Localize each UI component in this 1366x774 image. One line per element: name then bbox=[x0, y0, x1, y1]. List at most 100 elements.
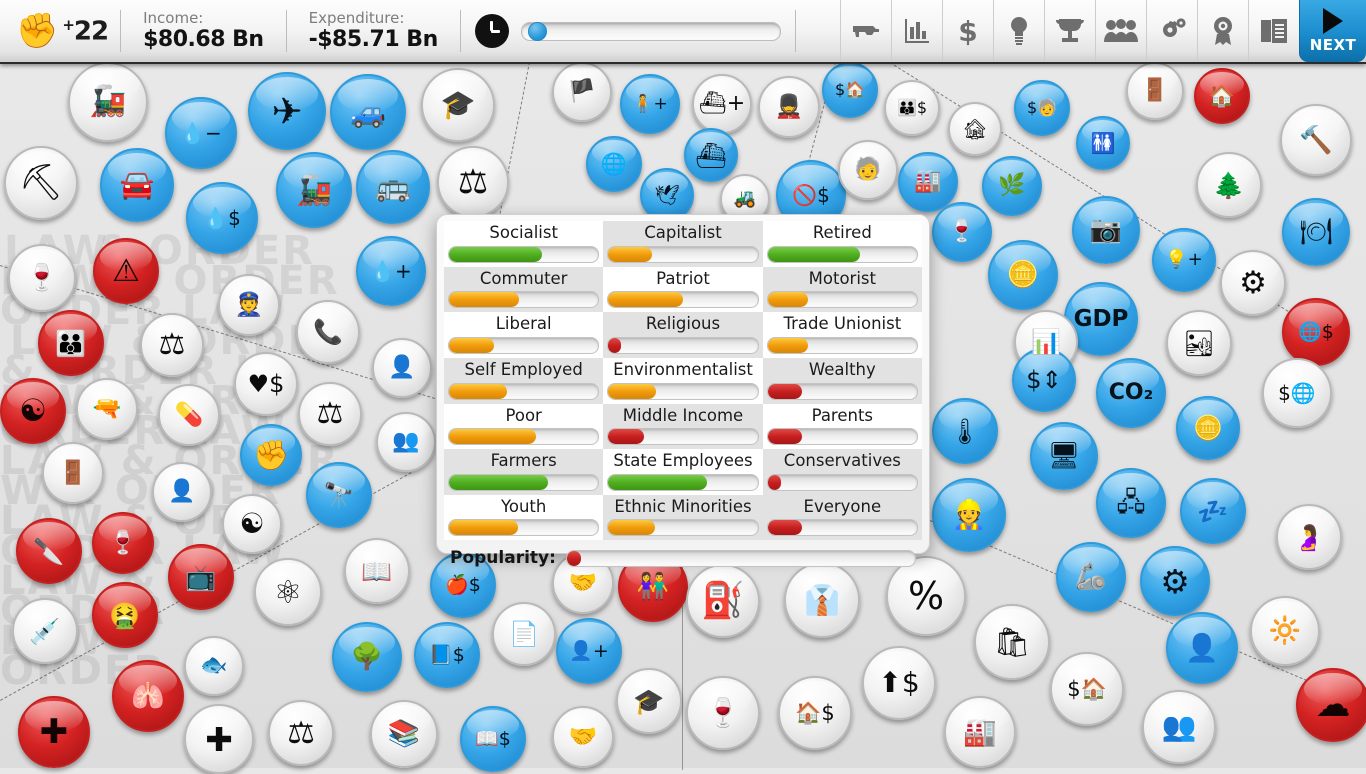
voter-group-cell[interactable]: Youth bbox=[444, 494, 604, 541]
security-guard-policy[interactable]: 👤 bbox=[372, 338, 432, 398]
water-tax-policy[interactable]: 💧$ bbox=[186, 182, 258, 254]
violent-crime-policy[interactable]: 🔪 bbox=[16, 518, 82, 584]
air-travel-policy[interactable]: ✈ bbox=[248, 72, 326, 150]
cannabis-policy[interactable]: 🌿 bbox=[982, 156, 1042, 216]
manifesto-tool[interactable] bbox=[1248, 0, 1299, 62]
network-policy[interactable]: 🖧 bbox=[1096, 468, 1166, 538]
property-tax-policy[interactable]: $🏠 bbox=[822, 62, 878, 118]
bus-subsidy-policy[interactable]: 🚌 bbox=[356, 150, 430, 224]
army-policy[interactable]: 💂 bbox=[758, 76, 820, 138]
automation-policy[interactable]: ⚙ bbox=[1140, 546, 1210, 616]
options-tool[interactable] bbox=[1146, 0, 1197, 62]
motorist-policy[interactable]: 🚘 bbox=[100, 148, 174, 222]
citizen-policy[interactable]: 👤 bbox=[152, 462, 212, 522]
voter-group-cell[interactable]: Farmers bbox=[444, 449, 604, 495]
navy-policy[interactable]: ⛴+ bbox=[692, 74, 752, 134]
achievements-tool[interactable] bbox=[1044, 0, 1095, 62]
climate-indicator[interactable]: 🌡 bbox=[932, 398, 998, 464]
voter-group-cell[interactable]: Wealthy bbox=[762, 357, 922, 404]
jury-policy[interactable]: ⚖ bbox=[140, 313, 204, 377]
rail-regulation-policy[interactable]: ⚖ bbox=[437, 146, 509, 218]
desert-policy[interactable]: 🏜 bbox=[1166, 310, 1232, 376]
rail-subsidy-policy[interactable]: 🚂 bbox=[276, 152, 352, 228]
solar-policy[interactable]: 🔆 bbox=[1250, 596, 1320, 666]
surveillance-policy[interactable]: 📷 bbox=[1072, 196, 1140, 264]
air-pollution-policy[interactable]: ☁ bbox=[1296, 668, 1366, 742]
police-policy[interactable]: 👮 bbox=[218, 274, 280, 336]
corporate-tax-policy[interactable]: 🏭 bbox=[944, 696, 1016, 768]
voter-group-cell[interactable]: State Employees bbox=[603, 449, 763, 495]
awards-tool[interactable] bbox=[1197, 0, 1248, 62]
internet-policy[interactable]: 🖥 bbox=[1030, 422, 1098, 490]
turn-timer-group[interactable] bbox=[461, 0, 795, 62]
industry-policy[interactable]: 🔨 bbox=[1280, 104, 1352, 176]
rail-works-policy[interactable]: ⛏ bbox=[4, 146, 78, 220]
voter-group-cell[interactable]: Patriot bbox=[603, 266, 763, 313]
economy-tool[interactable]: $ bbox=[942, 0, 993, 62]
voter-group-cell[interactable]: Retired bbox=[762, 221, 922, 267]
housing-policy[interactable]: 🚪 bbox=[1126, 62, 1184, 120]
immigration-policy[interactable]: 👤+ bbox=[556, 618, 622, 684]
drug-abuse-policy[interactable]: 🤮 bbox=[92, 582, 158, 648]
id-cards-policy[interactable]: 👥 bbox=[376, 412, 436, 472]
science-policy[interactable]: ⚛ bbox=[254, 558, 322, 626]
voter-group-cell[interactable]: Conservatives bbox=[762, 449, 922, 495]
voter-group-cell[interactable]: Religious bbox=[603, 312, 763, 358]
alcohol-abuse-policy[interactable]: 🍷 bbox=[92, 512, 154, 574]
lung-disease-policy[interactable]: 🫁 bbox=[112, 660, 184, 732]
equality-policy[interactable]: 🚻 bbox=[1076, 116, 1130, 170]
voter-group-cell[interactable]: Self Employed bbox=[444, 357, 604, 404]
school-policy[interactable]: 📚 bbox=[370, 700, 438, 768]
cyber-crime-policy[interactable]: 📺 bbox=[168, 544, 234, 610]
alcohol-duty-policy[interactable]: 🍷 bbox=[686, 676, 760, 750]
political-capital-group[interactable]: ✊ +22 bbox=[0, 0, 120, 62]
graduate-tax-policy[interactable]: 🎓 bbox=[616, 668, 682, 734]
education-policy[interactable]: 📖 bbox=[344, 538, 410, 604]
next-turn-button[interactable]: NEXT bbox=[1299, 0, 1366, 62]
statistics-tool[interactable] bbox=[891, 0, 942, 62]
voters-tool[interactable] bbox=[1095, 0, 1146, 62]
maternity-policy[interactable]: 🤰 bbox=[1276, 504, 1342, 570]
currency-policy[interactable]: 🪙 bbox=[988, 240, 1058, 310]
vaccination-policy[interactable]: 💉 bbox=[12, 598, 78, 664]
capital-flight-policy[interactable]: 🌐$ bbox=[1282, 298, 1350, 366]
voter-group-cell[interactable]: Capitalist bbox=[603, 221, 763, 267]
toolbar[interactable]: $ bbox=[840, 0, 1299, 62]
religion-policy[interactable]: ☯ bbox=[222, 494, 282, 554]
voter-group-cell[interactable]: Parents bbox=[762, 403, 922, 450]
rail-policy[interactable]: 🚂 bbox=[68, 62, 148, 142]
labour-rights-policy[interactable]: 👤 bbox=[1166, 612, 1238, 684]
telescope-policy[interactable]: 🔭 bbox=[306, 462, 372, 528]
narcotics-policy[interactable]: 💊 bbox=[158, 384, 220, 446]
robotics-policy[interactable]: 🦾 bbox=[1056, 542, 1126, 612]
worker-policy[interactable]: 👷 bbox=[932, 478, 1006, 552]
religious-conflict-policy[interactable]: ☯ bbox=[0, 378, 66, 444]
factory-policy[interactable]: 🏭 bbox=[898, 152, 958, 212]
technology-grant-policy[interactable]: ⚙ bbox=[1220, 250, 1286, 316]
trade-policy[interactable]: $🌐 bbox=[1262, 358, 1332, 428]
rest-policy[interactable]: 💤 bbox=[1180, 478, 1246, 544]
union-policy[interactable]: 👥 bbox=[1142, 690, 1216, 764]
car-tax-policy[interactable]: 🚙 bbox=[330, 74, 406, 150]
crime-tool[interactable] bbox=[840, 0, 891, 62]
student-grant-policy[interactable]: 📖$ bbox=[460, 706, 526, 772]
health-crisis-policy[interactable]: ✚ bbox=[18, 696, 90, 768]
alcohol-tax-policy[interactable]: 🍷 bbox=[932, 202, 992, 262]
school-bus-policy[interactable]: 🎓 bbox=[421, 68, 495, 142]
court-policy[interactable]: ⚖ bbox=[298, 382, 362, 446]
turn-slider-knob[interactable] bbox=[527, 21, 547, 41]
homelessness-policy[interactable]: 🏠 bbox=[1194, 68, 1250, 124]
voter-group-cell[interactable]: Poor bbox=[444, 403, 604, 450]
voter-group-cell[interactable]: Middle Income bbox=[603, 403, 763, 450]
water-reduce-policy[interactable]: 💧− bbox=[165, 97, 237, 169]
voter-group-cell[interactable]: Commuter bbox=[444, 266, 604, 313]
voter-group-cell[interactable]: Trade Unionist bbox=[762, 312, 922, 358]
fishing-policy[interactable]: 🐟 bbox=[184, 636, 244, 696]
voter-group-cell[interactable]: Liberal bbox=[444, 312, 604, 358]
innovation-policy[interactable]: 💡+ bbox=[1152, 228, 1216, 292]
fuel-tax-policy[interactable]: ⛽ bbox=[686, 564, 760, 638]
business-policy[interactable]: 👔 bbox=[784, 562, 860, 638]
exam-policy[interactable]: 📄 bbox=[492, 602, 556, 666]
voter-group-cell[interactable]: Motorist bbox=[762, 266, 922, 313]
hospital-policy[interactable]: ✚ bbox=[184, 704, 254, 774]
